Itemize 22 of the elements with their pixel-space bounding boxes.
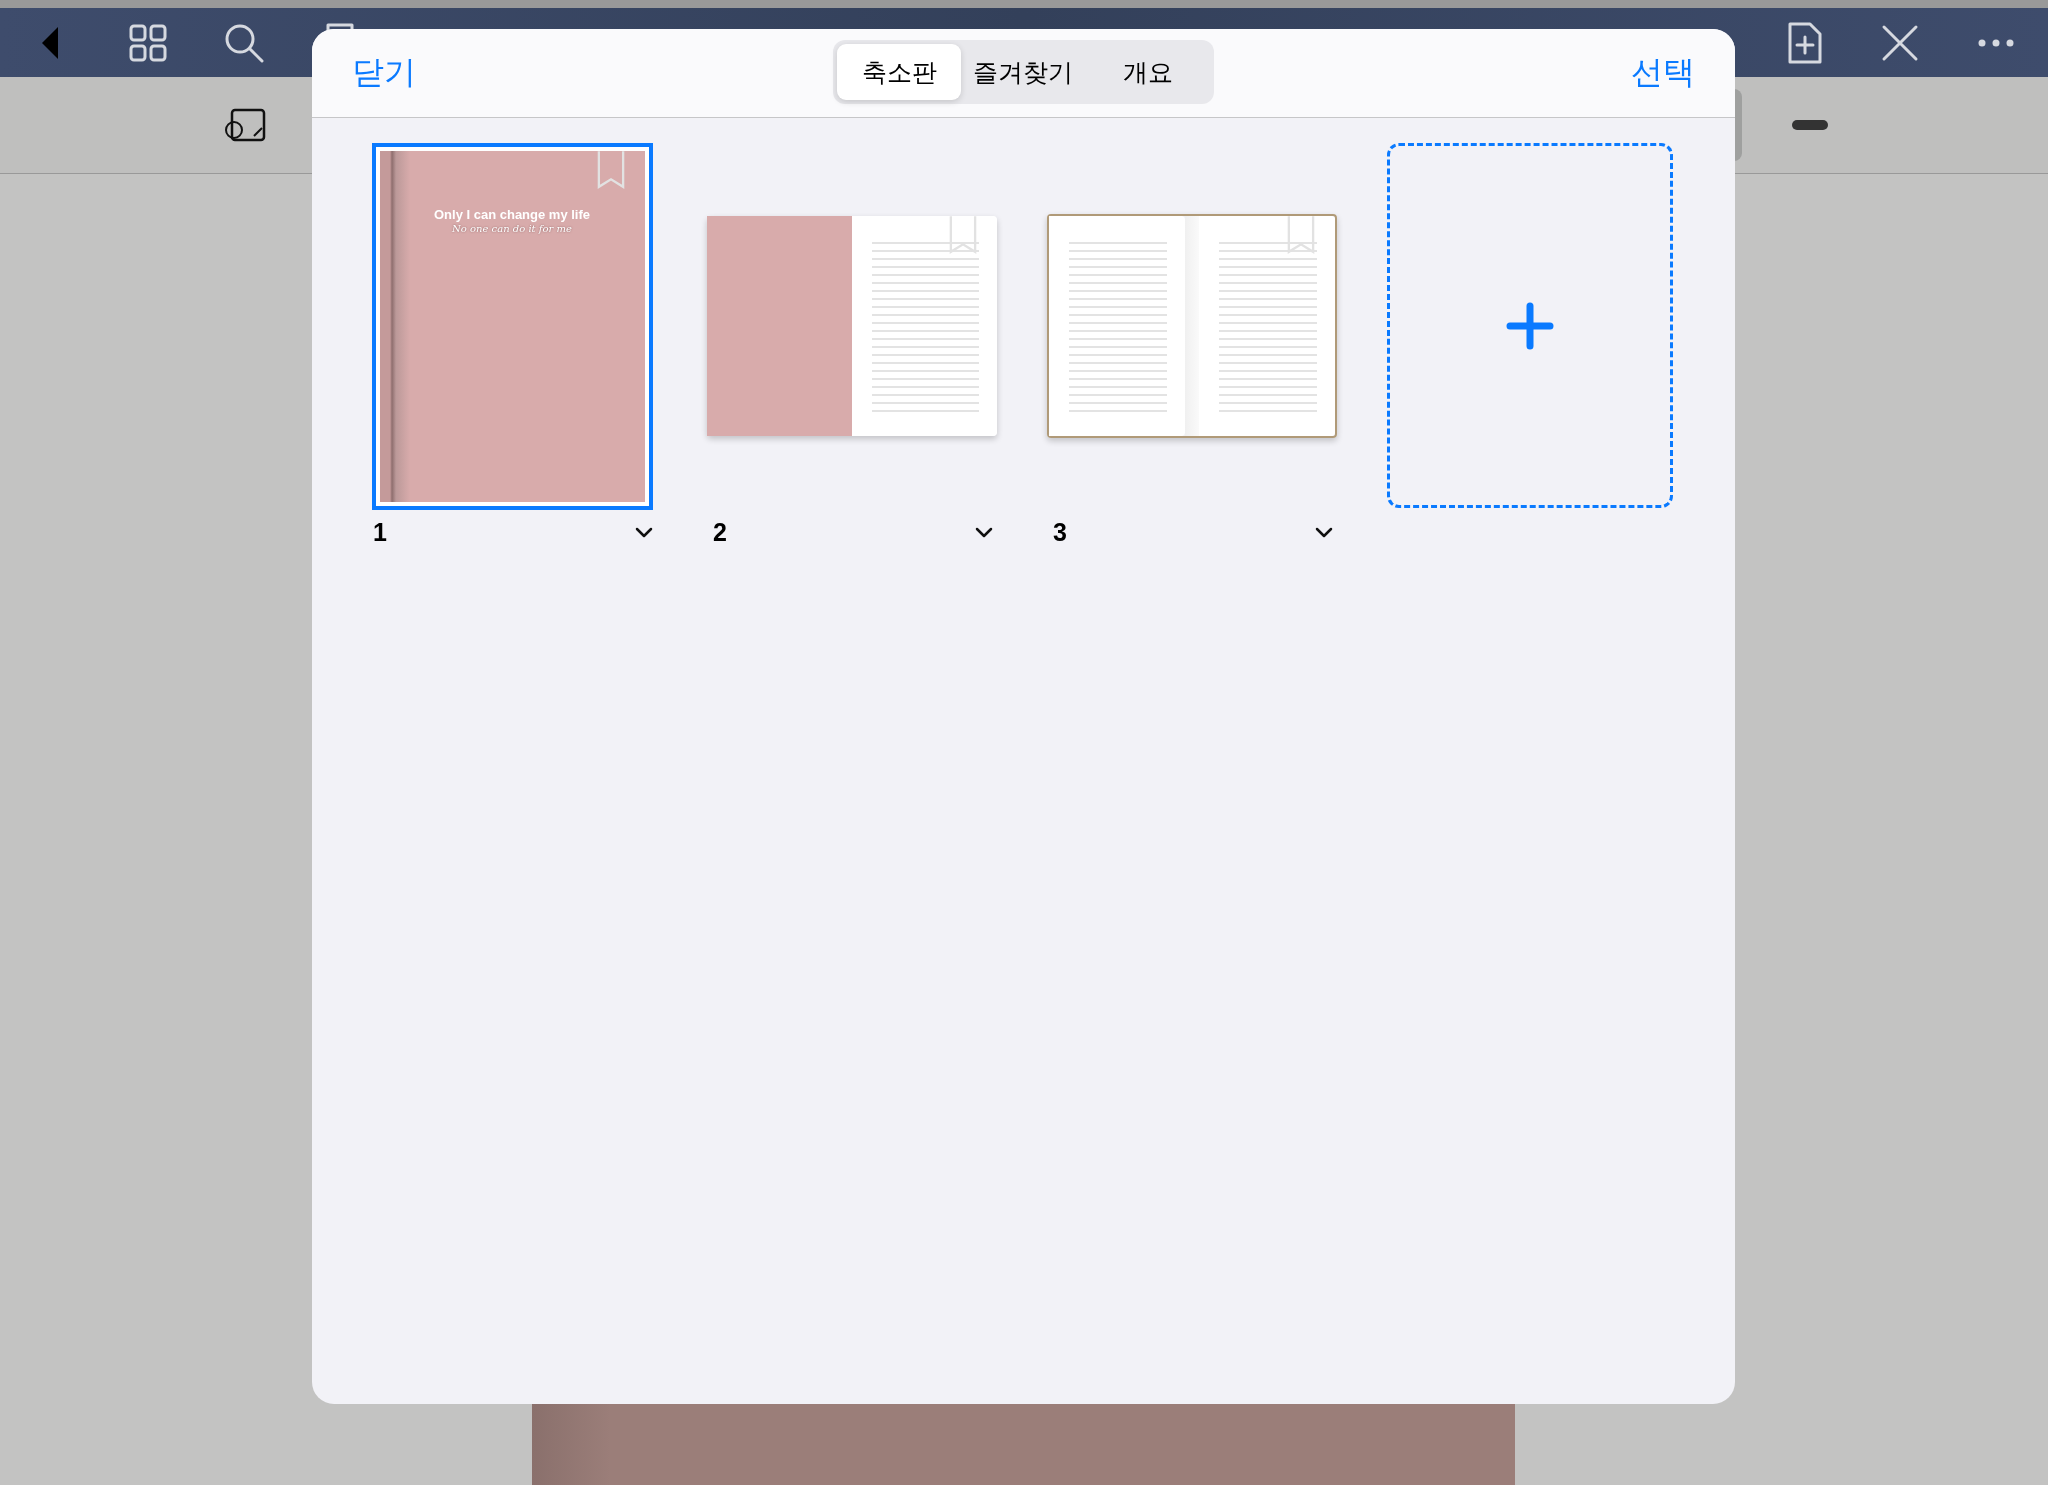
chevron-down-icon[interactable]: [635, 526, 653, 539]
cover-title: Only I can change my life: [432, 206, 592, 222]
close-button[interactable]: 닫기: [352, 51, 416, 95]
page-number: 1: [373, 518, 387, 547]
page-number: 2: [713, 518, 727, 547]
tab[interactable]: 개요: [1085, 44, 1210, 100]
cover-subtitle: No one can do it for me: [451, 222, 573, 234]
plus-icon: [1506, 301, 1554, 350]
minus-icon[interactable]: [1792, 120, 1828, 130]
page-thumbnail[interactable]: [707, 216, 997, 436]
page-number: 3: [1053, 518, 1067, 547]
text-box-icon[interactable]: [222, 106, 268, 144]
tab[interactable]: 즐겨찾기: [961, 44, 1086, 100]
bookmark-icon: [596, 150, 625, 189]
tab[interactable]: 축소판: [837, 44, 962, 100]
chevron-down-icon[interactable]: [1315, 526, 1333, 539]
select-button[interactable]: 선택: [1631, 51, 1695, 95]
page-thumbnail[interactable]: [1047, 214, 1337, 438]
chevron-down-icon[interactable]: [975, 526, 993, 539]
add-page-button[interactable]: [1387, 143, 1673, 508]
bookmark-icon: [1287, 216, 1315, 254]
bookmark-icon: [949, 216, 977, 254]
